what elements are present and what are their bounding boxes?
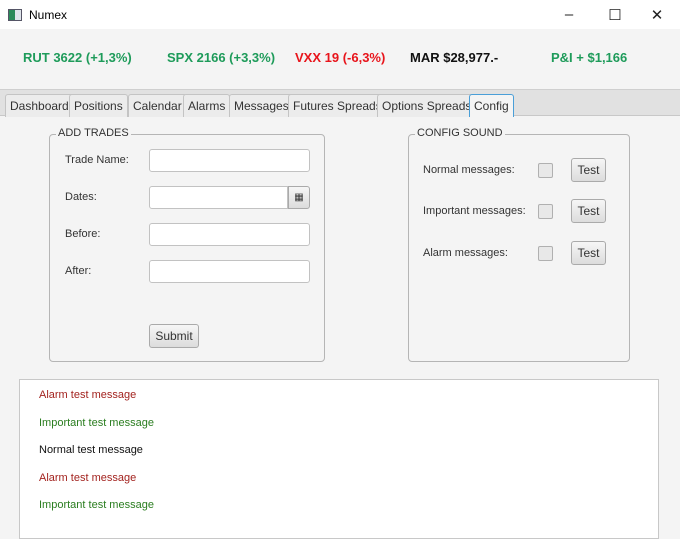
after-input[interactable] <box>149 260 310 283</box>
dates-label: Dates: <box>65 191 97 203</box>
calendar-button[interactable]: ▦ <box>288 186 310 209</box>
important-messages-label: Important messages: <box>423 205 526 217</box>
normal-messages-label: Normal messages: <box>423 164 515 176</box>
window-title: Numex <box>29 7 68 22</box>
submit-button[interactable]: Submit <box>149 324 199 348</box>
list-item: Alarm test message <box>39 472 137 484</box>
after-label: After: <box>65 265 92 277</box>
list-item: Important test message <box>39 499 154 511</box>
tab-futures-spreads[interactable]: Futures Spreads <box>288 94 387 117</box>
maximize-button[interactable]: ☐ <box>592 0 638 29</box>
alarm-test-button[interactable]: Test <box>571 241 606 265</box>
title-bar: Numex – ☐ ✕ <box>0 0 680 29</box>
dates-input[interactable] <box>149 186 288 209</box>
alarm-messages-label: Alarm messages: <box>423 247 508 259</box>
tab-dashboard[interactable]: Dashboard <box>5 94 74 117</box>
normal-messages-checkbox[interactable] <box>538 163 553 178</box>
tab-alarms[interactable]: Alarms <box>183 94 231 117</box>
before-label: Before: <box>65 228 101 240</box>
minimize-button[interactable]: – <box>546 0 592 29</box>
tab-messages[interactable]: Messages <box>229 94 294 117</box>
tab-options-spreads[interactable]: Options Spreads <box>377 94 477 117</box>
important-messages-checkbox[interactable] <box>538 204 553 219</box>
close-button[interactable]: ✕ <box>634 0 680 29</box>
alarm-messages-checkbox[interactable] <box>538 246 553 261</box>
tab-positions[interactable]: Positions <box>69 94 128 117</box>
tab-config[interactable]: Config <box>469 94 514 117</box>
normal-test-button[interactable]: Test <box>571 158 606 182</box>
tab-bar: Dashboard Positions Calendar Alarms Mess… <box>0 89 680 117</box>
list-item: Alarm test message <box>39 389 137 401</box>
trade-name-input[interactable] <box>149 149 310 172</box>
list-item: Normal test message <box>39 444 143 456</box>
trade-name-label: Trade Name: <box>65 154 129 166</box>
list-item: Important test message <box>39 417 154 429</box>
add-trades-legend: ADD TRADES <box>56 127 131 139</box>
ticker-vxx: VXX 19 (-6,3%) <box>295 50 386 65</box>
important-test-button[interactable]: Test <box>571 199 606 223</box>
tab-calendar[interactable]: Calendar <box>128 94 187 117</box>
ticker-pni: P&I + $1,166 <box>551 50 628 65</box>
ticker-spx: SPX 2166 (+3,3%) <box>167 50 276 65</box>
ticker-rut: RUT 3622 (+1,3%) <box>23 50 132 65</box>
app-icon <box>8 8 22 21</box>
message-list[interactable]: Alarm test message Important test messag… <box>19 379 659 539</box>
calendar-icon: ▦ <box>294 192 304 203</box>
ticker-mar: MAR $28,977.- <box>410 50 499 65</box>
config-sound-legend: CONFIG SOUND <box>415 127 505 139</box>
before-input[interactable] <box>149 223 310 246</box>
